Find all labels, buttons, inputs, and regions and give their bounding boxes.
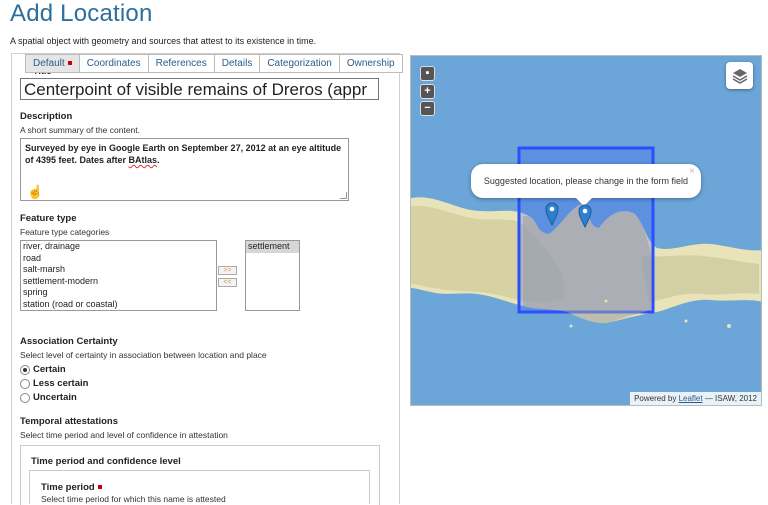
- zoom-out-button[interactable]: −: [420, 101, 435, 116]
- title-input[interactable]: Centerpoint of visible remains of Dreros…: [20, 78, 379, 100]
- map-view[interactable]: ▪ + − Suggested location, please change …: [410, 55, 762, 406]
- add-feature-button[interactable]: >>: [218, 266, 237, 275]
- layers-icon: [732, 68, 747, 84]
- temporal-help: Select time period and level of confiden…: [20, 430, 228, 440]
- popup-text: Suggested location, please change in the…: [483, 176, 689, 186]
- map-terrain: [411, 146, 761, 328]
- tab-details[interactable]: Details: [215, 55, 261, 72]
- list-item[interactable]: spring: [21, 287, 216, 299]
- description-textarea[interactable]: Surveyed by eye in Google Earth on Septe…: [20, 138, 349, 201]
- tab-ownership[interactable]: Ownership: [340, 55, 402, 72]
- list-item[interactable]: salt-marsh: [21, 264, 216, 276]
- tab-coordinates[interactable]: Coordinates: [80, 55, 149, 72]
- tab-categorization[interactable]: Categorization: [260, 55, 340, 72]
- list-item[interactable]: station (road or coastal): [21, 299, 216, 311]
- temporal-label: Temporal attestations: [20, 416, 119, 427]
- layers-button[interactable]: [726, 62, 753, 89]
- list-item[interactable]: settlement: [246, 241, 299, 253]
- required-marker: [97, 485, 102, 490]
- resize-handle[interactable]: [340, 192, 347, 199]
- remove-feature-button[interactable]: <<: [218, 278, 237, 287]
- certainty-uncertain-radio[interactable]: Uncertain: [20, 392, 77, 403]
- location-marker-icon[interactable]: [545, 202, 559, 226]
- description-help: A short summary of the content.: [20, 125, 141, 135]
- form-tabs: Default Coordinates References Details C…: [25, 54, 403, 73]
- certainty-less-certain-radio[interactable]: Less certain: [20, 378, 88, 389]
- zoom-in-button[interactable]: +: [420, 84, 435, 99]
- popup-close-button[interactable]: ×: [689, 166, 695, 177]
- suggested-location-popup: Suggested location, please change in the…: [471, 164, 701, 206]
- list-item[interactable]: river, drainage: [21, 241, 216, 253]
- tab-references[interactable]: References: [149, 55, 215, 72]
- page-description: A spatial object with geometry and sourc…: [10, 36, 317, 46]
- feature-options-list[interactable]: river, drainage road salt-marsh settleme…: [20, 240, 217, 311]
- map-attribution: Powered by Leaflet — ISAW, 2012: [630, 392, 761, 405]
- hand-cursor-icon: ☝: [27, 184, 44, 199]
- selected-dot-icon: [23, 367, 27, 372]
- feature-type-label: Feature type: [20, 213, 77, 224]
- misspelled-word: BAtlas: [128, 155, 158, 165]
- description-label: Description: [20, 111, 73, 122]
- page-title: Add Location: [10, 0, 153, 27]
- time-period-label: Time period: [41, 482, 102, 493]
- tab-default[interactable]: Default: [26, 55, 80, 72]
- certainty-label: Association Certainty: [20, 336, 118, 347]
- certainty-help: Select level of certainty in association…: [20, 350, 267, 360]
- feature-selected-list[interactable]: settlement: [245, 240, 300, 311]
- list-item[interactable]: road: [21, 253, 216, 265]
- period-panel-title: Time period and confidence level: [31, 456, 181, 467]
- certainty-certain-radio[interactable]: Certain: [20, 364, 66, 375]
- leaflet-link[interactable]: Leaflet: [679, 394, 703, 403]
- location-marker-icon[interactable]: [578, 204, 592, 228]
- required-marker: [67, 61, 72, 66]
- fullscreen-button[interactable]: ▪: [420, 66, 435, 81]
- list-item[interactable]: settlement-modern: [21, 276, 216, 288]
- feature-type-help: Feature type categories: [20, 227, 110, 237]
- time-period-help: Select time period for which this name i…: [41, 494, 226, 504]
